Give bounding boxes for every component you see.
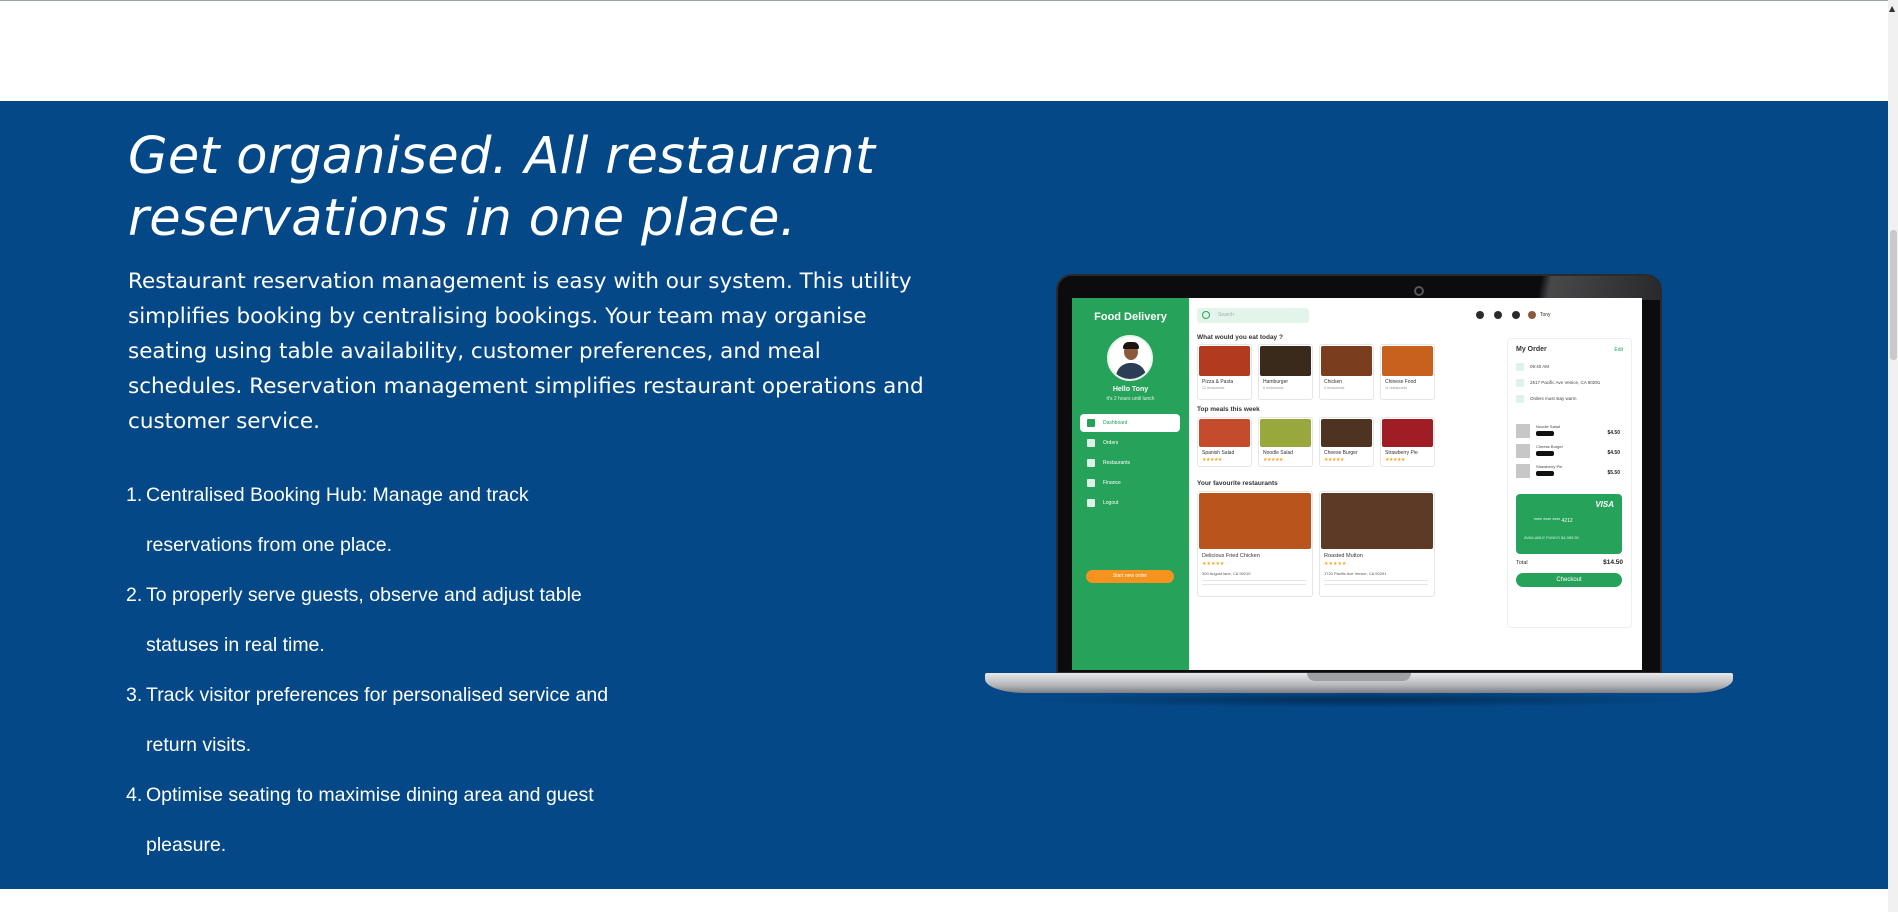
feature-item: 1. Centralised Booking Hub: Manage and t… [126,470,646,570]
dashboard-icon [1087,419,1095,427]
feature-number: 3. [126,684,143,706]
order-item: Strawberry Pie $5.50 [1516,464,1626,480]
user-name: Tony [1540,312,1551,318]
feature-text-line: reservations from one place. [146,534,393,556]
total-value: $14.50 [1603,559,1623,566]
meal-card: Strawberry Pie ★★★★★ [1380,417,1435,467]
section-heading: What would you eat today ? [1197,334,1283,341]
feature-text-line: Optimise seating to maximise dining area… [146,784,594,806]
finance-icon [1087,479,1095,487]
gear-icon [1494,311,1502,319]
meal-card: Noodle Salad ★★★★★ [1258,417,1313,467]
section-heading: Top meals this week [1197,406,1260,413]
top-border [0,0,1898,1]
feature-text-line: statuses in real time. [146,634,325,656]
category-card: Chinese Food 11 restaurants [1380,344,1435,400]
feature-number: 1. [126,484,143,506]
feature-number: 4. [126,784,143,806]
category-card: Pizza & Pasta 12 restaurants [1197,344,1252,400]
payment-card: VISA **** **** **** 4212 AVAILABLE FUNDS… [1516,494,1622,554]
order-panel: My Order Edit 09:40 AM 2517 Pacific Ave … [1507,338,1632,628]
feature-text-line: return visits. [146,734,252,756]
order-address: 2517 Pacific Ave Venice, CA 90291 [1516,379,1600,387]
meal-card: Spanish Salad ★★★★★ [1197,417,1252,467]
app-sidebar: Food Delivery Hello Tony it's 2 hours un… [1072,298,1189,670]
sidebar-item-restaurants: Restaurants [1080,454,1180,472]
hero-intro: Restaurant reservation management is eas… [128,269,924,434]
location-icon [1516,379,1524,387]
feature-item: 3. Track visitor preferences for persona… [126,670,646,770]
clock-icon [1516,363,1524,371]
feature-item: 4. Optimise seating to maximise dining a… [126,770,646,870]
laptop-screen: Food Delivery Hello Tony it's 2 hours un… [1072,298,1642,670]
card-number: **** **** **** 4212 [1534,518,1573,524]
orders-icon [1087,439,1095,447]
lid-glare [1460,276,1660,300]
scroll-up-arrow-icon[interactable]: ▲ [1889,4,1895,13]
meal-card: Cheese Burger ★★★★★ [1319,417,1374,467]
header-icons: Tony [1476,311,1566,321]
help-icon [1476,311,1484,319]
app-title: Food Delivery [1094,311,1167,323]
feature-item: 2. To properly serve guests, observe and… [126,570,646,670]
order-time: 09:40 AM [1516,363,1549,371]
camera-icon [1414,286,1424,296]
category-card: Hamburger 8 restaurants [1258,344,1313,400]
laptop-shadow [1015,692,1705,708]
scrollbar-thumb[interactable] [1890,230,1897,360]
restaurant-card: Roasted Mutton ★★★★★ 1720 Pacific Ave Veni… [1319,491,1435,597]
greeting-subtitle: it's 2 hours until lunch [1106,396,1155,402]
search-icon [1202,311,1210,319]
laptop-mockup-image: Food Delivery Hello Tony it's 2 hours un… [985,274,1733,714]
page-scrollbar[interactable] [1888,0,1898,912]
search-input: Search [1197,308,1309,323]
sidebar-item-logout: Logout [1080,494,1180,512]
card-balance: AVAILABLE FUNDS $4,983.50 [1524,535,1579,540]
feature-text-line: pleasure. [146,834,227,856]
laptop-notch [1307,673,1411,681]
checkout-button: Checkout [1516,573,1622,587]
logout-icon [1087,499,1095,507]
order-note: Orders must stay warm [1516,395,1577,403]
feature-number: 2. [126,584,143,606]
category-card: Chicken 6 restaurants [1319,344,1374,400]
order-title: My Order [1516,346,1547,353]
feature-list: 1. Centralised Booking Hub: Manage and t… [126,470,646,870]
bell-icon [1512,311,1520,319]
user-avatar-icon [1528,311,1536,319]
total-label: Total [1516,560,1528,566]
avatar [1107,335,1153,381]
restaurant-card: Delicious Fried Chicken ★★★★★ 300 August l… [1197,491,1313,597]
order-edit-link: Edit [1614,347,1623,353]
visa-logo: VISA [1595,500,1614,509]
order-item: Noodle Salad $4.50 [1516,424,1626,440]
restaurant-icon [1087,459,1095,467]
section-heading: Your favourite restaurants [1197,480,1278,487]
feature-text-line: Centralised Booking Hub: Manage and trac… [146,484,529,506]
feature-text-line: To properly serve guests, observe and ad… [146,584,582,606]
feature-text-line: Track visitor preferences for personalis… [146,684,609,706]
sidebar-item-finance: Finance [1080,474,1180,492]
greeting: Hello Tony [1112,386,1149,393]
hero-title: Get organised. All restaurant reservatio… [128,127,876,248]
sidebar-item-orders: Orders [1080,434,1180,452]
sidebar-item-dashboard: Dashboard [1080,414,1180,432]
note-icon [1516,395,1524,403]
order-item: Cheese Burger $4.50 [1516,444,1626,460]
start-order-button: Start new order [1086,570,1174,583]
